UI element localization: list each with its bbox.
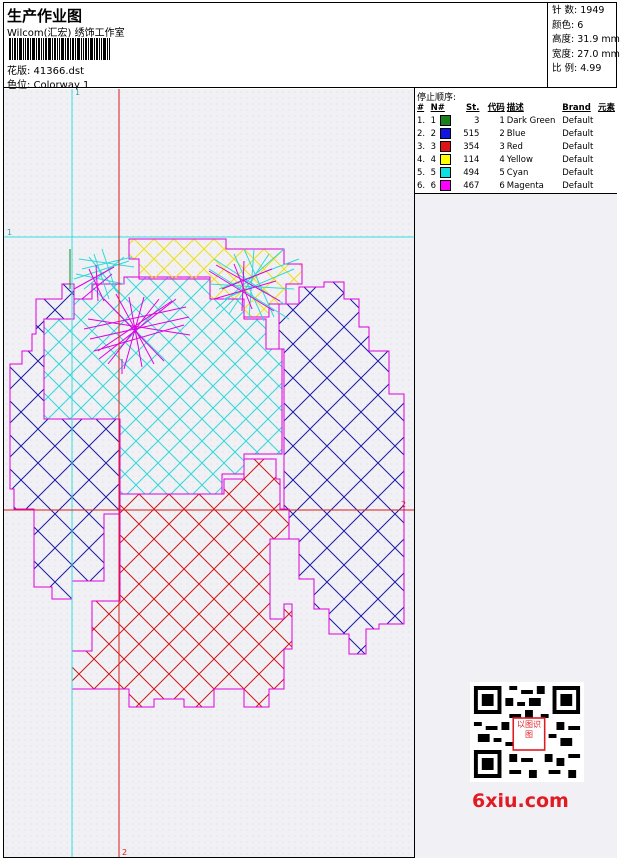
row-needle-label: 2 <box>430 129 437 139</box>
guide-label-top: 1 <box>75 89 80 97</box>
design-stats: 针 数: 1949 颜色: 6 高度: 31.9 mm 宽度: 27.0 mm … <box>547 2 620 88</box>
row-brand: Default <box>562 116 594 126</box>
row-element <box>598 115 617 128</box>
row-stitches: 3 <box>474 116 480 126</box>
col-brand: Brand <box>562 103 591 113</box>
row-needle: 6 <box>431 180 458 193</box>
row-code: 2 <box>499 129 505 139</box>
color-stop-row: 2. 2 515 2 Blue Default <box>417 128 617 141</box>
color-stop-row: 3. 3 354 3 Red Default <box>417 141 617 154</box>
thread-color-swatch <box>440 115 452 126</box>
row-needle-label: 5 <box>430 168 437 178</box>
watermark-logo: 6xiu.com <box>472 790 569 812</box>
row-number: 4. <box>417 155 426 165</box>
design-file-name: 花版: 41366.dst <box>7 66 85 77</box>
row-code: 1 <box>499 116 505 126</box>
row-element <box>598 180 617 193</box>
color-count: 颜色: 6 <box>552 19 584 31</box>
row-needle-label: 6 <box>430 181 437 191</box>
row-brand: Default <box>562 155 594 165</box>
row-stitches: 114 <box>463 155 480 165</box>
row-element <box>598 128 617 141</box>
row-description: Red <box>506 142 523 152</box>
thread-color-swatch <box>440 154 452 165</box>
guide-label-left: 1 <box>7 228 12 237</box>
col-element: 元素 <box>597 103 615 113</box>
color-stop-row: 5. 5 494 5 Cyan Default <box>417 167 617 180</box>
row-stitches: 494 <box>463 168 480 178</box>
stop-order-panel: 停止顺序: # N# St. 代码 描述 Brand 元素 1. 1 3 1 Dark … <box>415 88 617 194</box>
row-needle-label: 3 <box>430 142 437 152</box>
row-needle: 5 <box>431 167 458 180</box>
col-n: N# <box>430 103 445 113</box>
thread-color-swatch <box>440 128 452 139</box>
row-description: Cyan <box>506 168 529 178</box>
row-needle: 3 <box>431 141 458 154</box>
design-width: 宽度: 27.0 mm <box>552 48 620 60</box>
row-number: 6. <box>417 181 426 191</box>
col-hash: # <box>417 103 425 113</box>
stop-order-title: 停止顺序: <box>417 93 457 103</box>
row-brand: Default <box>562 129 594 139</box>
row-description: Yellow <box>506 155 533 165</box>
design-scale: 比 例: 4.99 <box>552 63 602 75</box>
color-table-header: # N# St. 代码 描述 Brand 元素 <box>417 102 617 115</box>
row-description: Blue <box>506 129 526 139</box>
row-brand: Default <box>562 142 594 152</box>
thread-color-swatch <box>440 180 452 191</box>
row-stitches: 354 <box>463 142 480 152</box>
col-desc: 描述 <box>506 103 524 113</box>
row-number: 5. <box>417 168 426 178</box>
stitch-count: 针 数: 1949 <box>552 5 605 16</box>
sheet-title: 生产作业图 <box>7 7 83 25</box>
guide-label-bottom: 2 <box>122 848 127 857</box>
barcode-image <box>9 38 110 60</box>
qr-badge-text: 以图识图 <box>517 720 541 739</box>
col-code: 代码 <box>487 103 505 113</box>
row-element <box>598 154 617 167</box>
studio-name: Wilcom(汇宏) 绣饰工作室 <box>7 28 125 39</box>
row-description: Dark Green <box>506 116 556 126</box>
sheet-header: 生产作业图 Wilcom(汇宏) 绣饰工作室 花版: 41366.dst 色位:… <box>3 2 620 91</box>
color-stop-row: 1. 1 3 1 Dark Green Default <box>417 115 617 128</box>
row-description: Magenta <box>506 181 544 191</box>
row-needle-label: 4 <box>430 155 437 165</box>
embroidery-preview: 1 1 2 2 <box>4 89 414 857</box>
row-brand: Default <box>562 181 594 191</box>
row-element <box>598 141 617 154</box>
row-code: 3 <box>499 142 505 152</box>
row-code: 5 <box>499 168 505 178</box>
row-stitches: 467 <box>463 181 480 191</box>
row-element <box>598 167 617 180</box>
row-number: 1. <box>417 116 426 126</box>
row-code: 6 <box>499 181 505 191</box>
row-needle: 2 <box>431 128 458 141</box>
thread-color-swatch <box>440 167 452 178</box>
col-st: St. <box>466 103 480 113</box>
thread-color-swatch <box>440 141 452 152</box>
row-needle: 4 <box>431 154 458 167</box>
row-needle: 1 <box>431 115 458 128</box>
design-height: 高度: 31.9 mm <box>552 34 620 46</box>
row-number: 3. <box>417 142 426 152</box>
row-needle-label: 1 <box>430 116 437 126</box>
color-stop-row: 6. 6 467 6 Magenta Default <box>417 180 617 193</box>
row-stitches: 515 <box>463 129 480 139</box>
row-number: 2. <box>417 129 426 139</box>
row-code: 4 <box>499 155 505 165</box>
row-brand: Default <box>562 168 594 178</box>
guide-label-right: 2 <box>401 500 406 509</box>
color-stop-row: 4. 4 114 4 Yellow Default <box>417 154 617 167</box>
color-stop-table: # N# St. 代码 描述 Brand 元素 1. 1 3 1 Dark Green D… <box>417 102 617 193</box>
